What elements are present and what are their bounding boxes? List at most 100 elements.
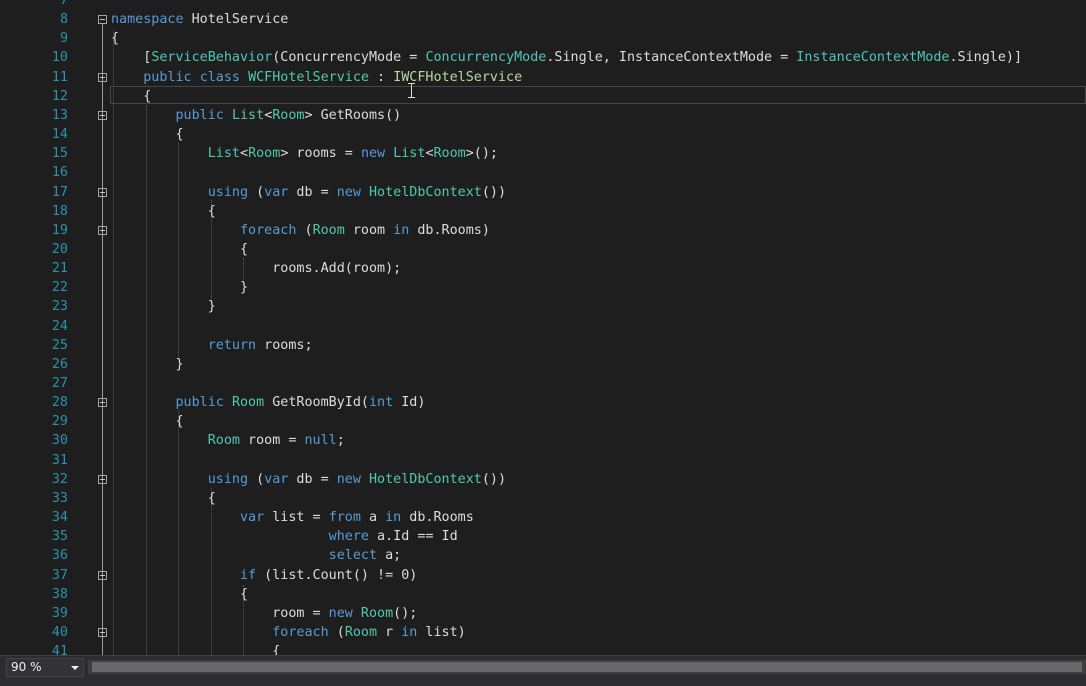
code-line[interactable]: 27: [0, 374, 1086, 393]
code-token: new: [336, 471, 361, 487]
collapse-icon[interactable]: [98, 398, 107, 408]
code-editor[interactable]: 7 8 namespace HotelService 9{10 [ServiceBeh…: [0, 0, 1086, 655]
code-line[interactable]: 41 {: [0, 642, 1086, 655]
code-token: public: [175, 395, 224, 411]
code-text: using (var db = new HotelDbContext()): [111, 183, 506, 202]
horizontal-scrollbar[interactable]: [88, 660, 1086, 674]
code-token: room =: [111, 605, 329, 621]
code-token: Id): [393, 395, 426, 411]
code-token: [: [111, 50, 152, 66]
code-line[interactable]: 28 public Room GetRoomById(int Id): [0, 393, 1086, 412]
line-number: 24: [51, 318, 68, 334]
code-line[interactable]: 33 {: [0, 489, 1086, 508]
collapse-icon[interactable]: [98, 627, 107, 637]
code-line[interactable]: 20 {: [0, 240, 1086, 259]
line-number: 33: [51, 490, 68, 506]
code-token: List: [207, 146, 240, 162]
zoom-dropdown[interactable]: 90 %: [6, 658, 84, 677]
code-text: {: [111, 29, 119, 48]
code-text: foreach (Room r in list): [111, 623, 466, 642]
code-token: >();: [465, 146, 498, 162]
line-number: 40: [51, 624, 68, 640]
code-line[interactable]: 13 public List<Room> GetRooms(): [0, 106, 1086, 125]
code-line[interactable]: 26 }: [0, 355, 1086, 374]
code-token: list): [417, 624, 466, 640]
code-token: {: [111, 414, 184, 430]
code-token: HotelDbContext: [369, 184, 482, 200]
code-line[interactable]: 35 where a.Id == Id: [0, 527, 1086, 546]
collapse-icon[interactable]: [98, 72, 107, 82]
code-token: > GetRooms(): [304, 107, 402, 123]
code-text: where a.Id == Id: [111, 527, 458, 546]
code-token: {: [111, 490, 216, 506]
code-line[interactable]: 19 foreach (Room room in db.Rooms): [0, 221, 1086, 240]
collapse-icon[interactable]: [98, 15, 107, 25]
code-line[interactable]: 21 rooms.Add(room);: [0, 259, 1086, 278]
collapse-icon[interactable]: [98, 570, 107, 580]
code-token: .Single, InstanceContextMode =: [546, 50, 797, 66]
code-line[interactable]: 7: [0, 0, 1086, 10]
code-token: foreach: [240, 222, 297, 238]
code-line[interactable]: 11 public class WCFHotelService : IWCFHo…: [0, 68, 1086, 87]
line-number: 37: [51, 567, 68, 583]
code-line[interactable]: 29 {: [0, 412, 1086, 431]
code-token: Room: [433, 146, 466, 162]
code-line[interactable]: 23 }: [0, 297, 1086, 316]
line-number: 26: [51, 356, 68, 372]
code-line[interactable]: 16: [0, 163, 1086, 182]
code-token: HotelDbContext: [369, 471, 482, 487]
code-line[interactable]: 8 namespace HotelService: [0, 10, 1086, 29]
code-token: int: [369, 395, 394, 411]
code-line[interactable]: 36 select a;: [0, 546, 1086, 565]
code-line[interactable]: 34 var list = from a in db.Rooms: [0, 508, 1086, 527]
code-line[interactable]: 37 if (list.Count() != 0): [0, 566, 1086, 585]
code-line[interactable]: 10 [ServiceBehavior(ConcurrencyMode = Co…: [0, 48, 1086, 67]
code-token: InstanceContextMode: [796, 50, 950, 66]
code-token: List: [393, 146, 426, 162]
line-number: 30: [51, 433, 68, 449]
code-token: select: [328, 548, 378, 564]
collapse-icon[interactable]: [98, 110, 107, 120]
code-line[interactable]: 32 using (var db = new HotelDbContext()): [0, 470, 1086, 489]
code-line[interactable]: 18 {: [0, 202, 1086, 221]
line-number: 41: [51, 644, 68, 655]
code-token: (: [296, 222, 313, 238]
code-line[interactable]: 15 List<Room> rooms = new List<Room>();: [0, 144, 1086, 163]
code-token: Room: [272, 107, 305, 123]
text-cursor-icon: [408, 83, 415, 98]
code-line[interactable]: 12 {: [0, 87, 1086, 106]
line-number: 20: [51, 241, 68, 257]
code-line[interactable]: 39 room = new Room();: [0, 604, 1086, 623]
line-number: 7: [59, 0, 68, 8]
code-token: var: [240, 510, 265, 526]
code-token: a;: [377, 548, 402, 564]
code-line[interactable]: 14 {: [0, 125, 1086, 144]
code-token: (: [328, 624, 345, 640]
code-text: rooms.Add(room);: [111, 259, 401, 278]
scrollbar-thumb[interactable]: [92, 662, 1082, 672]
code-line[interactable]: 38 {: [0, 585, 1086, 604]
collapse-icon[interactable]: [98, 474, 107, 484]
code-line[interactable]: 22 }: [0, 278, 1086, 297]
line-number: 35: [51, 529, 68, 545]
code-line[interactable]: 24: [0, 317, 1086, 336]
code-line[interactable]: 30 Room room = null;: [0, 431, 1086, 450]
code-line[interactable]: 17 using (var db = new HotelDbContext()): [0, 183, 1086, 202]
zoom-value: 90 %: [11, 660, 42, 674]
collapse-icon[interactable]: [98, 187, 107, 197]
code-token: rooms;: [256, 337, 313, 353]
code-line[interactable]: 9{: [0, 29, 1086, 48]
code-line[interactable]: 31: [0, 451, 1086, 470]
code-line[interactable]: 25 return rooms;: [0, 336, 1086, 355]
collapse-icon[interactable]: [98, 225, 107, 235]
line-number: 27: [51, 376, 68, 391]
code-token: new: [328, 605, 353, 621]
code-line[interactable]: 40 foreach (Room r in list): [0, 623, 1086, 642]
line-number: 38: [51, 586, 68, 602]
